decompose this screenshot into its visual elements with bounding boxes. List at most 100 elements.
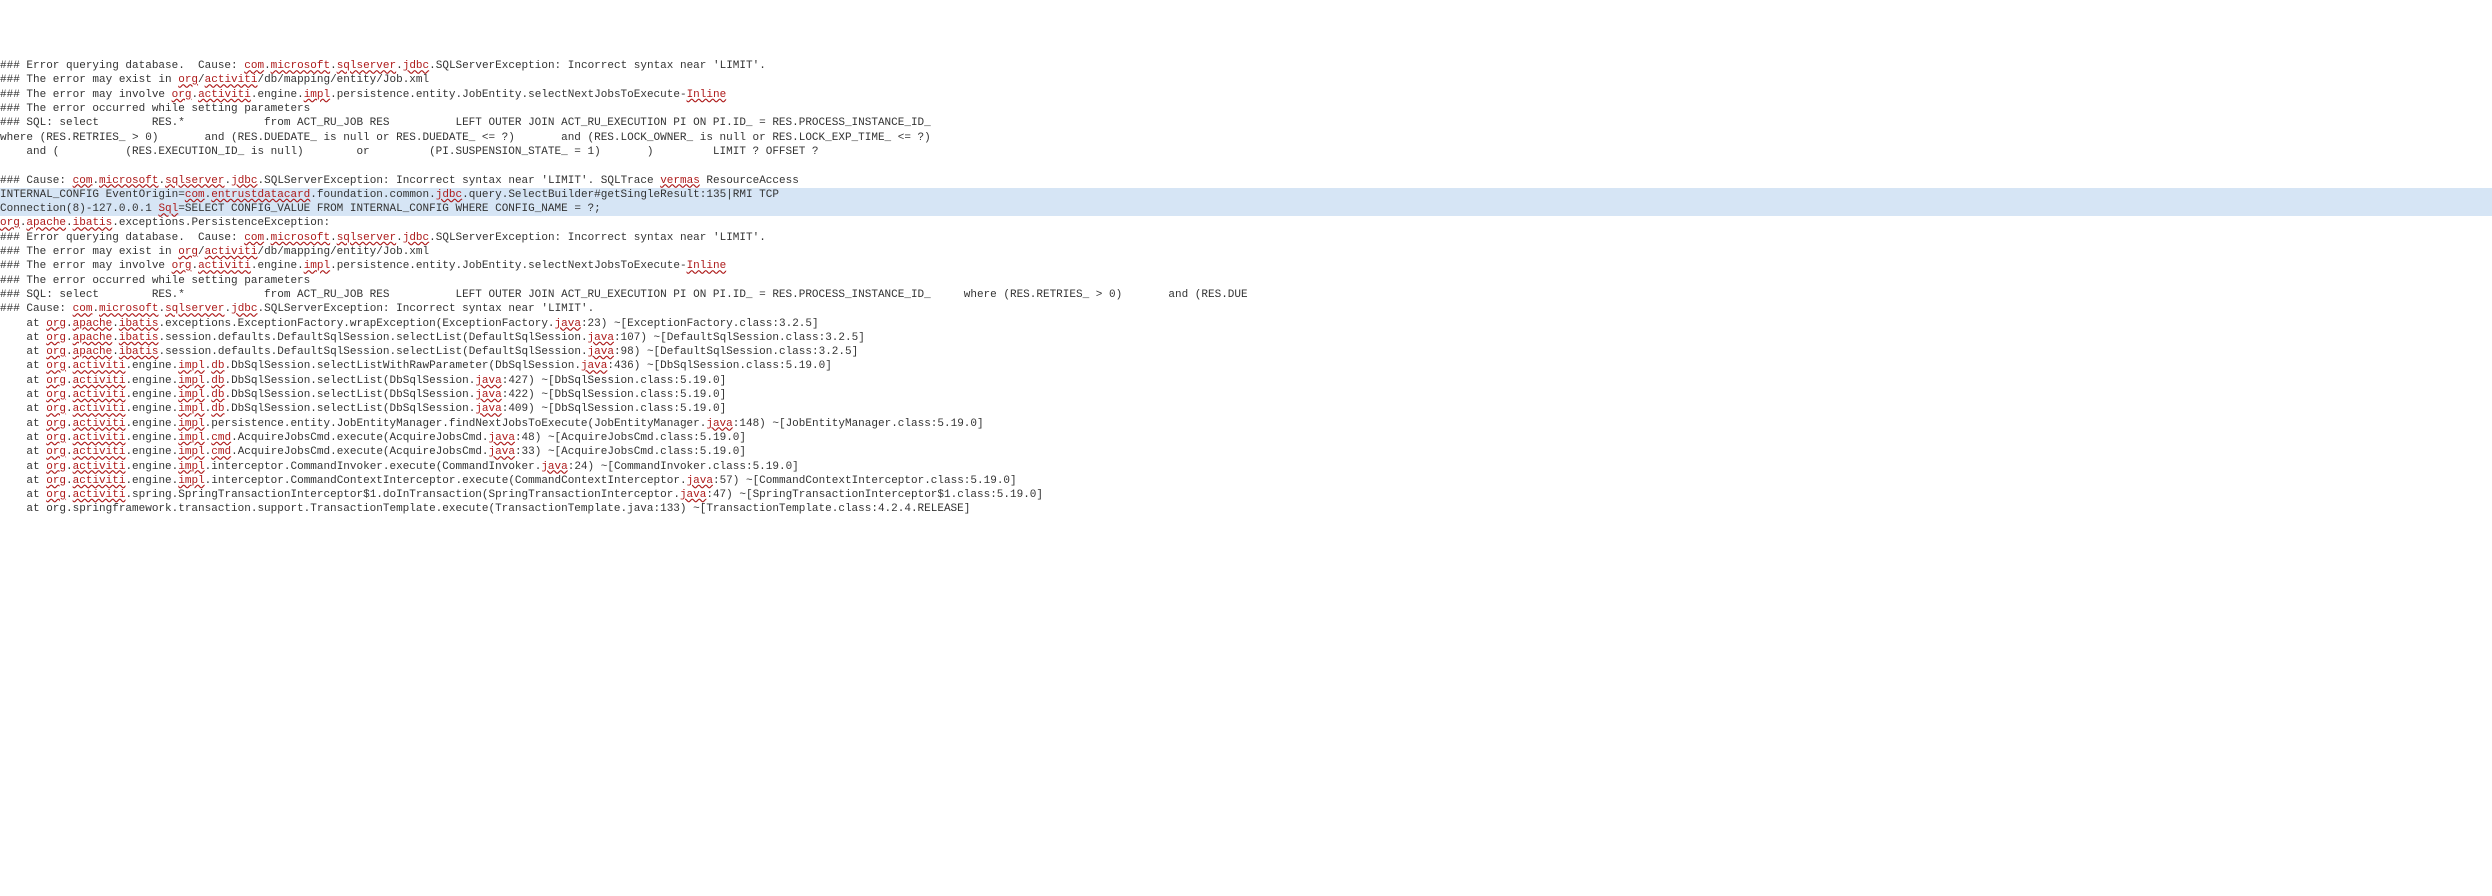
spellcheck-token: impl bbox=[178, 389, 204, 401]
spellcheck-token: impl bbox=[178, 418, 204, 430]
log-line[interactable]: Connection(8)-127.0.0.1 Sql=SELECT CONFI… bbox=[0, 202, 2492, 216]
log-line[interactable]: ### Cause: com.microsoft.sqlserver.jdbc.… bbox=[0, 174, 2492, 188]
spellcheck-token: activiti bbox=[73, 375, 126, 387]
spellcheck-token: org bbox=[46, 360, 66, 372]
log-line[interactable]: org.apache.ibatis.exceptions.Persistence… bbox=[0, 216, 2492, 230]
log-line[interactable]: at org.apache.ibatis.exceptions.Exceptio… bbox=[0, 317, 2492, 331]
spellcheck-token: java bbox=[475, 389, 501, 401]
spellcheck-token: activiti bbox=[73, 403, 126, 415]
log-line[interactable]: ### Error querying database. Cause: com.… bbox=[0, 59, 2492, 73]
spellcheck-token: apache bbox=[73, 346, 113, 358]
spellcheck-token: apache bbox=[26, 217, 66, 229]
spellcheck-token: java bbox=[489, 446, 515, 458]
spellcheck-token: db bbox=[211, 375, 224, 387]
spellcheck-token: cmd bbox=[211, 446, 231, 458]
spellcheck-token: org bbox=[46, 432, 66, 444]
spellcheck-token: db bbox=[211, 403, 224, 415]
spellcheck-token: org bbox=[46, 346, 66, 358]
log-line[interactable]: ### The error may involve org.activiti.e… bbox=[0, 88, 2492, 102]
log-line[interactable]: at org.activiti.engine.impl.cmd.AcquireJ… bbox=[0, 431, 2492, 445]
log-line[interactable]: ### The error may exist in org/activiti/… bbox=[0, 73, 2492, 87]
spellcheck-token: java bbox=[581, 360, 607, 372]
spellcheck-token: impl bbox=[178, 375, 204, 387]
spellcheck-token: microsoft bbox=[271, 60, 330, 72]
spellcheck-token: Inline bbox=[687, 89, 727, 101]
spellcheck-token: impl bbox=[304, 89, 330, 101]
log-line[interactable]: at org.activiti.spring.SpringTransaction… bbox=[0, 488, 2492, 502]
spellcheck-token: activiti bbox=[205, 246, 258, 258]
log-line[interactable]: INTERNAL_CONFIG EventOrigin=com.entrustd… bbox=[0, 188, 2492, 202]
spellcheck-token: java bbox=[475, 375, 501, 387]
log-line[interactable]: at org.activiti.engine.impl.db.DbSqlSess… bbox=[0, 388, 2492, 402]
spellcheck-token: activiti bbox=[73, 475, 126, 487]
spellcheck-token: activiti bbox=[205, 74, 258, 86]
spellcheck-token: org bbox=[172, 89, 192, 101]
spellcheck-token: jdbc bbox=[436, 189, 462, 201]
log-line[interactable]: ### Cause: com.microsoft.sqlserver.jdbc.… bbox=[0, 302, 2492, 316]
log-line[interactable]: at org.activiti.engine.impl.db.DbSqlSess… bbox=[0, 402, 2492, 416]
spellcheck-token: org bbox=[46, 475, 66, 487]
log-line[interactable]: and ( (RES.EXECUTION_ID_ is null) or (PI… bbox=[0, 145, 2492, 159]
spellcheck-token: apache bbox=[73, 318, 113, 330]
spellcheck-token: microsoft bbox=[99, 175, 158, 187]
log-line[interactable]: at org.apache.ibatis.session.defaults.De… bbox=[0, 331, 2492, 345]
log-viewer: ### Error querying database. Cause: com.… bbox=[0, 57, 2492, 519]
spellcheck-token: ibatis bbox=[119, 346, 159, 358]
spellcheck-token: db bbox=[211, 360, 224, 372]
spellcheck-token: org bbox=[178, 246, 198, 258]
spellcheck-token: jdbc bbox=[231, 175, 257, 187]
spellcheck-token: java bbox=[475, 403, 501, 415]
spellcheck-token: java bbox=[555, 318, 581, 330]
spellcheck-token: jdbc bbox=[403, 232, 429, 244]
spellcheck-token: java bbox=[541, 461, 567, 473]
spellcheck-token: activiti bbox=[73, 446, 126, 458]
spellcheck-token: cmd bbox=[211, 432, 231, 444]
log-line[interactable]: ### SQL: select RES.* from ACT_RU_JOB RE… bbox=[0, 288, 2492, 302]
spellcheck-token: activiti bbox=[73, 461, 126, 473]
log-line[interactable]: at org.activiti.engine.impl.cmd.AcquireJ… bbox=[0, 445, 2492, 459]
spellcheck-token: org bbox=[46, 418, 66, 430]
spellcheck-token: activiti bbox=[198, 89, 251, 101]
spellcheck-token: vermas bbox=[660, 175, 700, 187]
spellcheck-token: com bbox=[73, 175, 93, 187]
log-line[interactable]: ### The error may involve org.activiti.e… bbox=[0, 259, 2492, 273]
spellcheck-token: impl bbox=[178, 446, 204, 458]
spellcheck-token: org bbox=[0, 217, 20, 229]
spellcheck-token: db bbox=[211, 389, 224, 401]
log-line[interactable]: at org.activiti.engine.impl.interceptor.… bbox=[0, 460, 2492, 474]
log-line[interactable]: ### The error may exist in org/activiti/… bbox=[0, 245, 2492, 259]
spellcheck-token: org bbox=[46, 461, 66, 473]
spellcheck-token: com bbox=[185, 189, 205, 201]
log-line[interactable]: ### The error occurred while setting par… bbox=[0, 274, 2492, 288]
spellcheck-token: entrustdatacard bbox=[211, 189, 310, 201]
spellcheck-token: Sql bbox=[158, 203, 178, 215]
log-line[interactable]: at org.activiti.engine.impl.db.DbSqlSess… bbox=[0, 359, 2492, 373]
log-line[interactable]: ### Error querying database. Cause: com.… bbox=[0, 231, 2492, 245]
spellcheck-token: java bbox=[706, 418, 732, 430]
log-line[interactable]: at org.springframework.transaction.suppo… bbox=[0, 502, 2492, 516]
log-line[interactable]: at org.activiti.engine.impl.persistence.… bbox=[0, 417, 2492, 431]
log-line[interactable]: ### The error occurred while setting par… bbox=[0, 102, 2492, 116]
log-line[interactable]: at org.activiti.engine.impl.db.DbSqlSess… bbox=[0, 374, 2492, 388]
spellcheck-token: org bbox=[46, 446, 66, 458]
spellcheck-token: impl bbox=[178, 475, 204, 487]
spellcheck-token: impl bbox=[178, 403, 204, 415]
spellcheck-token: ibatis bbox=[73, 217, 113, 229]
spellcheck-token: microsoft bbox=[271, 232, 330, 244]
spellcheck-token: activiti bbox=[73, 389, 126, 401]
spellcheck-token: java bbox=[588, 346, 614, 358]
spellcheck-token: org bbox=[178, 74, 198, 86]
log-line[interactable] bbox=[0, 159, 2492, 173]
spellcheck-token: sqlserver bbox=[165, 175, 224, 187]
spellcheck-token: java bbox=[489, 432, 515, 444]
log-line[interactable]: at org.apache.ibatis.session.defaults.De… bbox=[0, 345, 2492, 359]
spellcheck-token: org bbox=[46, 375, 66, 387]
spellcheck-token: org bbox=[172, 260, 192, 272]
log-line[interactable]: where (RES.RETRIES_ > 0) and (RES.DUEDAT… bbox=[0, 131, 2492, 145]
log-line[interactable]: ### SQL: select RES.* from ACT_RU_JOB RE… bbox=[0, 116, 2492, 130]
spellcheck-token: java bbox=[680, 489, 706, 501]
spellcheck-token: sqlserver bbox=[337, 232, 396, 244]
spellcheck-token: com bbox=[244, 232, 264, 244]
spellcheck-token: com bbox=[73, 303, 93, 315]
log-line[interactable]: at org.activiti.engine.impl.interceptor.… bbox=[0, 474, 2492, 488]
